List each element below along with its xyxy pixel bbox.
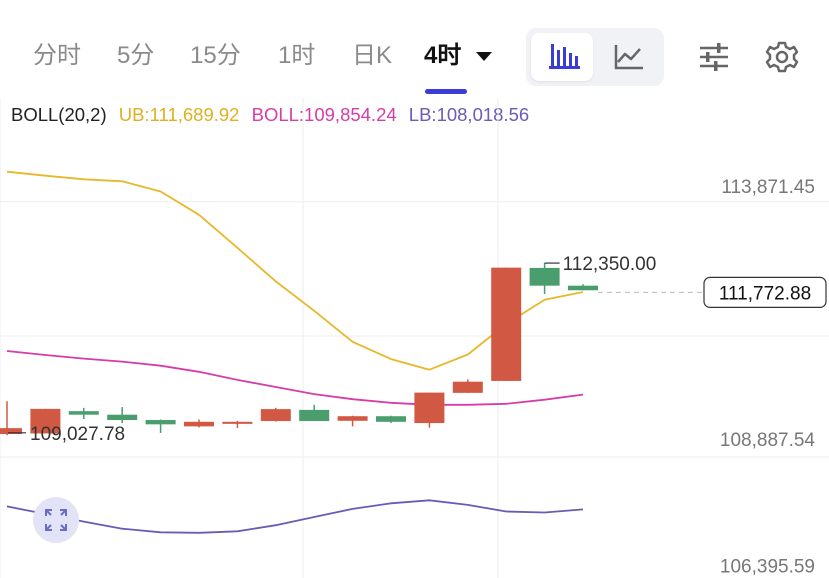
candle-body <box>337 416 368 421</box>
y-axis-label: 106,395.59 <box>720 557 815 578</box>
candle-body <box>299 409 330 422</box>
candle-body <box>260 409 291 422</box>
candle-body <box>452 381 483 393</box>
lb-line <box>6 499 584 534</box>
candle-body <box>68 411 99 415</box>
candle-body <box>376 416 406 422</box>
candle-body <box>529 267 560 286</box>
candlestick-chart: 113,871.45 108,887.54 106,395.59 112,350.00… <box>0 98 829 578</box>
expand-button[interactable] <box>33 497 79 543</box>
candle-body <box>491 267 522 381</box>
candle-body <box>568 285 598 291</box>
candle-body <box>414 392 445 424</box>
y-axis-label: 113,871.45 <box>721 177 815 198</box>
high-price-label: 112,350.00 <box>563 254 657 275</box>
y-axis-label: 108,887.54 <box>720 430 816 451</box>
low-price-label: 109,027.78 <box>30 424 125 445</box>
current-price-label: 111,772.88 <box>719 283 811 304</box>
candle-body <box>145 420 176 425</box>
candle-body <box>107 414 138 421</box>
candle-body <box>222 421 253 424</box>
expand-icon <box>45 509 67 531</box>
candle-body <box>184 421 214 427</box>
